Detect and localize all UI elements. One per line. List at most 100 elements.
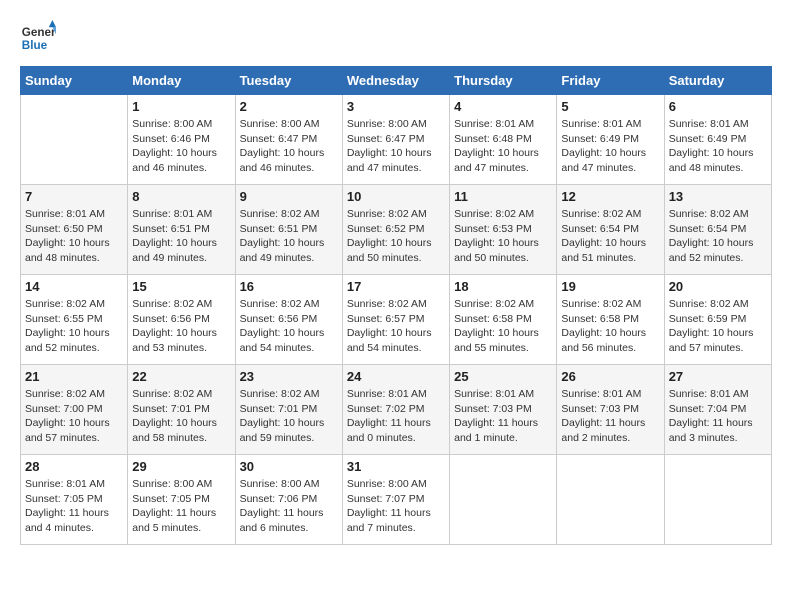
- day-number: 25: [454, 369, 552, 384]
- calendar-cell: 25 Sunrise: 8:01 AM Sunset: 7:03 PM Dayli…: [450, 365, 557, 455]
- day-info: Sunrise: 8:02 AM Sunset: 6:55 PM Dayligh…: [25, 297, 123, 356]
- calendar-row: 7 Sunrise: 8:01 AM Sunset: 6:50 PM Daylig…: [21, 185, 772, 275]
- calendar-cell: 23 Sunrise: 8:02 AM Sunset: 7:01 PM Dayli…: [235, 365, 342, 455]
- day-number: 13: [669, 189, 767, 204]
- day-number: 31: [347, 459, 445, 474]
- day-number: 21: [25, 369, 123, 384]
- day-info: Sunrise: 8:01 AM Sunset: 6:50 PM Dayligh…: [25, 207, 123, 266]
- logo: General Blue: [20, 20, 56, 56]
- calendar-cell: 30 Sunrise: 8:00 AM Sunset: 7:06 PM Dayli…: [235, 455, 342, 545]
- day-number: 12: [561, 189, 659, 204]
- calendar-cell: 15 Sunrise: 8:02 AM Sunset: 6:56 PM Dayli…: [128, 275, 235, 365]
- weekday-header: Monday: [128, 67, 235, 95]
- day-number: 18: [454, 279, 552, 294]
- day-info: Sunrise: 8:01 AM Sunset: 7:05 PM Dayligh…: [25, 477, 123, 536]
- day-number: 7: [25, 189, 123, 204]
- calendar-row: 21 Sunrise: 8:02 AM Sunset: 7:00 PM Dayli…: [21, 365, 772, 455]
- weekday-header: Tuesday: [235, 67, 342, 95]
- day-number: 1: [132, 99, 230, 114]
- day-info: Sunrise: 8:01 AM Sunset: 6:51 PM Dayligh…: [132, 207, 230, 266]
- calendar-cell: [557, 455, 664, 545]
- calendar-cell: 7 Sunrise: 8:01 AM Sunset: 6:50 PM Daylig…: [21, 185, 128, 275]
- day-info: Sunrise: 8:00 AM Sunset: 6:47 PM Dayligh…: [347, 117, 445, 176]
- calendar-cell: 26Sunrise: 8:01 AM Sunset: 7:03 PM Dayli…: [557, 365, 664, 455]
- day-number: 23: [240, 369, 338, 384]
- calendar-cell: 14 Sunrise: 8:02 AM Sunset: 6:55 PM Dayli…: [21, 275, 128, 365]
- day-number: 24: [347, 369, 445, 384]
- calendar-cell: 19 Sunrise: 8:02 AM Sunset: 6:58 PM Dayli…: [557, 275, 664, 365]
- day-info: Sunrise: 8:01 AM Sunset: 7:03 PM Dayligh…: [561, 387, 659, 446]
- day-info: Sunrise: 8:02 AM Sunset: 6:59 PM Dayligh…: [669, 297, 767, 356]
- calendar-cell: 1 Sunrise: 8:00 AM Sunset: 6:46 PM Daylig…: [128, 95, 235, 185]
- day-info: Sunrise: 8:00 AM Sunset: 6:46 PM Dayligh…: [132, 117, 230, 176]
- day-info: Sunrise: 8:01 AM Sunset: 7:02 PM Dayligh…: [347, 387, 445, 446]
- day-number: 20: [669, 279, 767, 294]
- calendar-row: 1 Sunrise: 8:00 AM Sunset: 6:46 PM Daylig…: [21, 95, 772, 185]
- day-number: 17: [347, 279, 445, 294]
- calendar-cell: 9Sunrise: 8:02 AM Sunset: 6:51 PM Daylig…: [235, 185, 342, 275]
- calendar-cell: 21 Sunrise: 8:02 AM Sunset: 7:00 PM Dayli…: [21, 365, 128, 455]
- calendar-cell: 17 Sunrise: 8:02 AM Sunset: 6:57 PM Dayli…: [342, 275, 449, 365]
- day-info: Sunrise: 8:01 AM Sunset: 7:03 PM Dayligh…: [454, 387, 552, 446]
- calendar-cell: 16 Sunrise: 8:02 AM Sunset: 6:56 PM Dayli…: [235, 275, 342, 365]
- day-info: Sunrise: 8:02 AM Sunset: 6:56 PM Dayligh…: [240, 297, 338, 356]
- day-number: 19: [561, 279, 659, 294]
- weekday-header: Thursday: [450, 67, 557, 95]
- calendar-cell: 5 Sunrise: 8:01 AM Sunset: 6:49 PM Daylig…: [557, 95, 664, 185]
- calendar-cell: 18Sunrise: 8:02 AM Sunset: 6:58 PM Dayli…: [450, 275, 557, 365]
- day-info: Sunrise: 8:00 AM Sunset: 7:05 PM Dayligh…: [132, 477, 230, 536]
- svg-text:Blue: Blue: [22, 39, 48, 52]
- calendar-row: 14 Sunrise: 8:02 AM Sunset: 6:55 PM Dayli…: [21, 275, 772, 365]
- calendar-cell: 8 Sunrise: 8:01 AM Sunset: 6:51 PM Daylig…: [128, 185, 235, 275]
- day-info: Sunrise: 8:02 AM Sunset: 6:56 PM Dayligh…: [132, 297, 230, 356]
- svg-text:General: General: [22, 26, 56, 39]
- day-number: 28: [25, 459, 123, 474]
- calendar-cell: 20 Sunrise: 8:02 AM Sunset: 6:59 PM Dayli…: [664, 275, 771, 365]
- day-info: Sunrise: 8:02 AM Sunset: 6:57 PM Dayligh…: [347, 297, 445, 356]
- day-info: Sunrise: 8:01 AM Sunset: 6:48 PM Dayligh…: [454, 117, 552, 176]
- weekday-header: Friday: [557, 67, 664, 95]
- day-number: 6: [669, 99, 767, 114]
- day-number: 14: [25, 279, 123, 294]
- calendar-cell: [664, 455, 771, 545]
- day-info: Sunrise: 8:02 AM Sunset: 6:58 PM Dayligh…: [561, 297, 659, 356]
- calendar-cell: 4Sunrise: 8:01 AM Sunset: 6:48 PM Daylig…: [450, 95, 557, 185]
- calendar-cell: [450, 455, 557, 545]
- day-info: Sunrise: 8:01 AM Sunset: 7:04 PM Dayligh…: [669, 387, 767, 446]
- calendar-cell: 28 Sunrise: 8:01 AM Sunset: 7:05 PM Dayli…: [21, 455, 128, 545]
- calendar-cell: 27Sunrise: 8:01 AM Sunset: 7:04 PM Dayli…: [664, 365, 771, 455]
- day-number: 16: [240, 279, 338, 294]
- day-number: 11: [454, 189, 552, 204]
- day-info: Sunrise: 8:02 AM Sunset: 6:51 PM Dayligh…: [240, 207, 338, 266]
- calendar-cell: 12 Sunrise: 8:02 AM Sunset: 6:54 PM Dayli…: [557, 185, 664, 275]
- day-number: 30: [240, 459, 338, 474]
- day-info: Sunrise: 8:02 AM Sunset: 6:54 PM Dayligh…: [561, 207, 659, 266]
- day-info: Sunrise: 8:02 AM Sunset: 7:01 PM Dayligh…: [240, 387, 338, 446]
- page-header: General Blue: [20, 20, 772, 56]
- day-info: Sunrise: 8:01 AM Sunset: 6:49 PM Dayligh…: [669, 117, 767, 176]
- weekday-header-row: SundayMondayTuesdayWednesdayThursdayFrid…: [21, 67, 772, 95]
- calendar-table: SundayMondayTuesdayWednesdayThursdayFrid…: [20, 66, 772, 545]
- day-number: 15: [132, 279, 230, 294]
- day-info: Sunrise: 8:02 AM Sunset: 6:54 PM Dayligh…: [669, 207, 767, 266]
- day-info: Sunrise: 8:02 AM Sunset: 6:52 PM Dayligh…: [347, 207, 445, 266]
- day-info: Sunrise: 8:01 AM Sunset: 6:49 PM Dayligh…: [561, 117, 659, 176]
- calendar-cell: [21, 95, 128, 185]
- logo-icon: General Blue: [20, 20, 56, 56]
- day-info: Sunrise: 8:02 AM Sunset: 6:53 PM Dayligh…: [454, 207, 552, 266]
- day-info: Sunrise: 8:00 AM Sunset: 7:07 PM Dayligh…: [347, 477, 445, 536]
- day-number: 10: [347, 189, 445, 204]
- calendar-cell: 2Sunrise: 8:00 AM Sunset: 6:47 PM Daylig…: [235, 95, 342, 185]
- calendar-cell: 22Sunrise: 8:02 AM Sunset: 7:01 PM Dayli…: [128, 365, 235, 455]
- calendar-cell: 13 Sunrise: 8:02 AM Sunset: 6:54 PM Dayli…: [664, 185, 771, 275]
- day-info: Sunrise: 8:02 AM Sunset: 7:01 PM Dayligh…: [132, 387, 230, 446]
- weekday-header: Wednesday: [342, 67, 449, 95]
- day-info: Sunrise: 8:00 AM Sunset: 7:06 PM Dayligh…: [240, 477, 338, 536]
- calendar-row: 28 Sunrise: 8:01 AM Sunset: 7:05 PM Dayli…: [21, 455, 772, 545]
- day-number: 5: [561, 99, 659, 114]
- day-number: 8: [132, 189, 230, 204]
- day-number: 3: [347, 99, 445, 114]
- calendar-cell: 11 Sunrise: 8:02 AM Sunset: 6:53 PM Dayli…: [450, 185, 557, 275]
- day-number: 2: [240, 99, 338, 114]
- day-info: Sunrise: 8:02 AM Sunset: 7:00 PM Dayligh…: [25, 387, 123, 446]
